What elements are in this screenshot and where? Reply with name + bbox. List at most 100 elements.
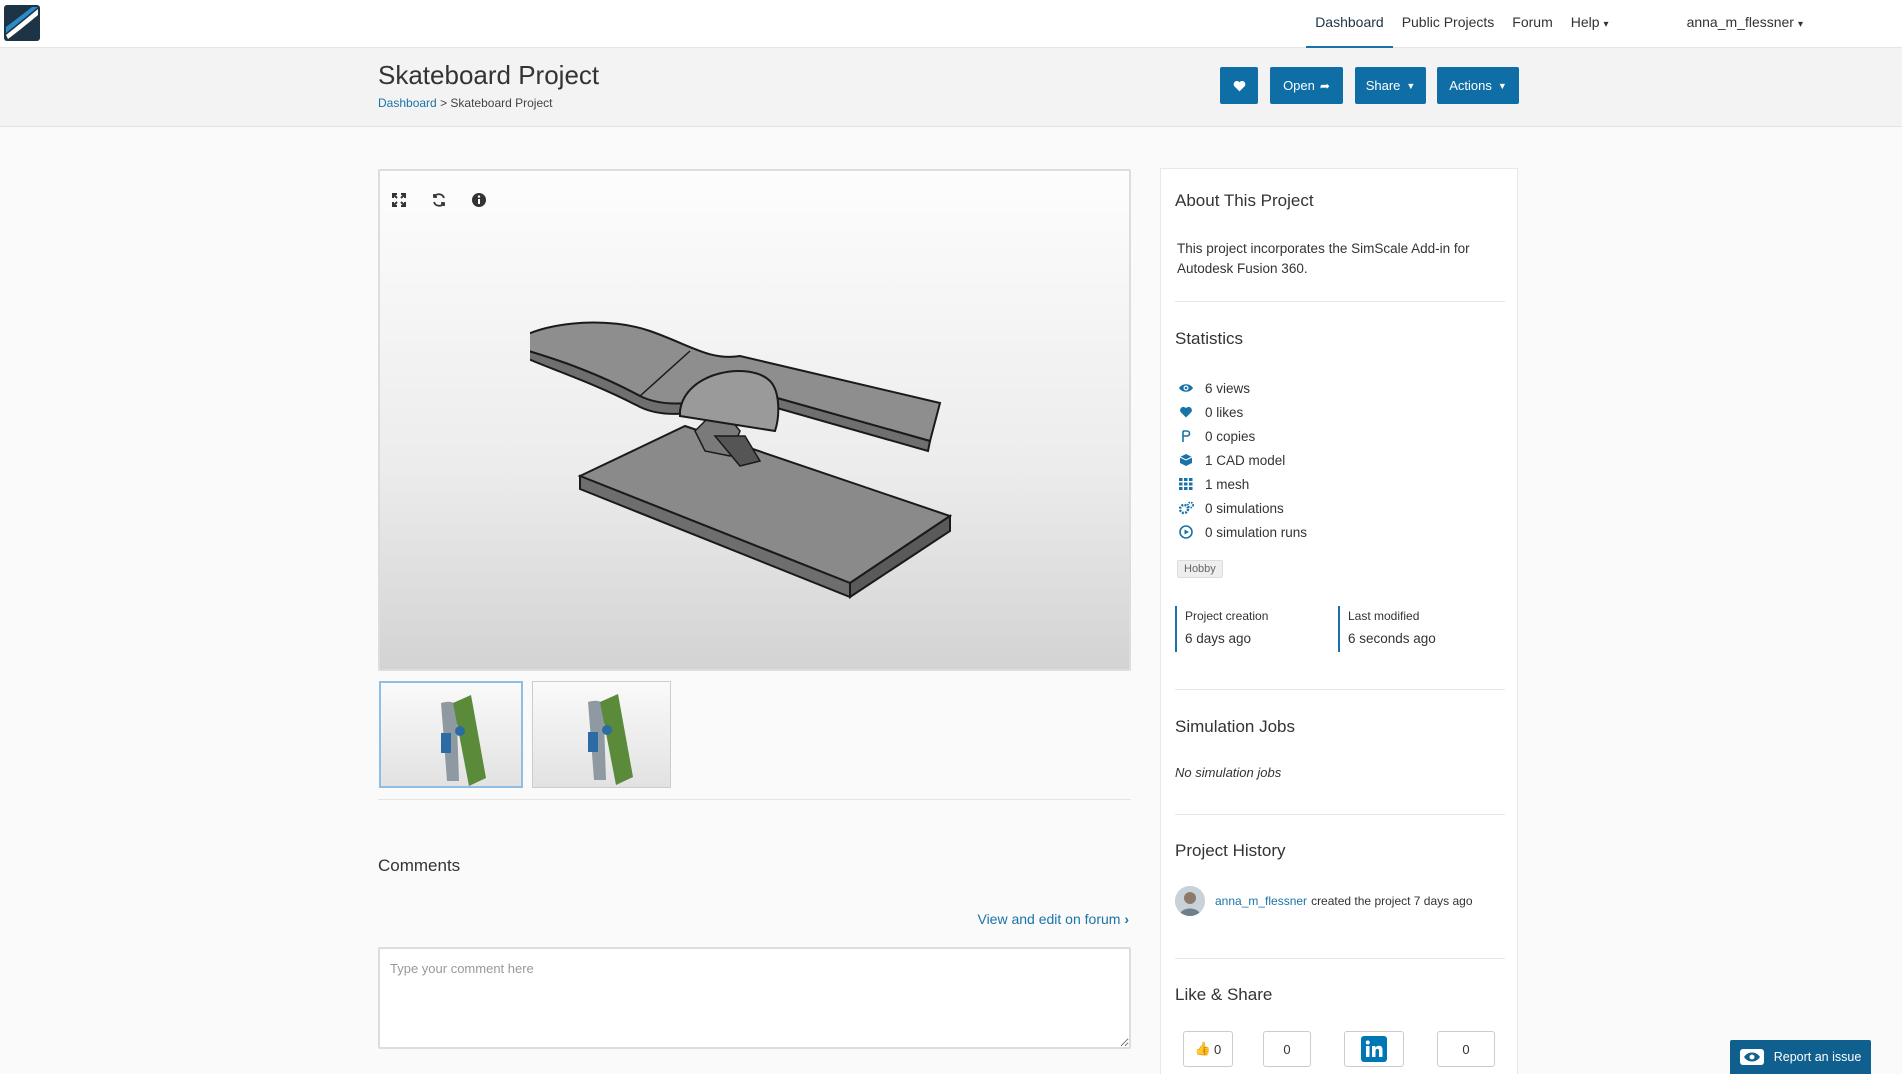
statistics-title: Statistics [1175, 329, 1244, 348]
stat-copies: 0 copies [1177, 424, 1307, 448]
share-button[interactable]: Share ▼ [1355, 67, 1426, 104]
statistics-list: 6 views 0 likes 0 copies 1 CAD model 1 m… [1177, 376, 1307, 544]
report-issue-label: Report an issue [1773, 1050, 1862, 1064]
stat-label: 0 copies [1205, 428, 1256, 444]
eye-icon [1739, 1049, 1764, 1065]
stat-likes: 0 likes [1177, 400, 1307, 424]
forum-link-label: View and edit on forum [977, 911, 1121, 927]
share-button-label: Share [1365, 78, 1401, 93]
stat-label: 0 likes [1205, 404, 1244, 420]
linkedin-icon [1361, 1036, 1387, 1062]
about-text: This project incorporates the SimScale A… [1177, 241, 1470, 276]
creation-value: 6 days ago [1185, 631, 1252, 646]
report-issue-button[interactable]: Report an issue [1730, 1040, 1871, 1074]
breadcrumb: Dashboard > Skateboard Project [378, 96, 552, 110]
share-arrow-icon: ➦ [1319, 78, 1330, 93]
stat-cad-models: 1 CAD model [1177, 448, 1307, 472]
cube-icon [1177, 453, 1195, 467]
model-viewer[interactable] [378, 169, 1131, 671]
eye-icon [1177, 381, 1195, 395]
simscale-logo[interactable] [4, 5, 40, 41]
project-sidebar: About This Project This project incorpor… [1160, 168, 1518, 1074]
history-entry: anna_m_flessner created the project 7 da… [1175, 886, 1473, 916]
thumbnail-image [441, 695, 486, 786]
tag-hobby[interactable]: Hobby [1177, 560, 1223, 578]
heart-icon [1233, 80, 1245, 91]
thumbs-up-icon: 👍 [1194, 1041, 1211, 1056]
nav-public-projects[interactable]: Public Projects [1393, 0, 1504, 48]
like-count: 0 [1213, 1041, 1222, 1057]
nav-help-label: Help [1570, 14, 1600, 30]
project-history-title: Project History [1175, 841, 1286, 860]
caret-down-icon: ▼ [1406, 80, 1416, 91]
breadcrumb-dashboard-link[interactable]: Dashboard [378, 96, 437, 110]
stat-label: 0 simulations [1205, 500, 1284, 516]
simulation-jobs-title: Simulation Jobs [1175, 717, 1296, 736]
chevron-right-icon: › [1124, 911, 1129, 927]
modified-label: Last modified [1348, 609, 1420, 623]
project-header: Skateboard Project Dashboard > Skateboar… [0, 48, 1902, 127]
gears-icon [1177, 501, 1195, 515]
open-button-label: Open [1283, 78, 1315, 93]
actions-button[interactable]: Actions ▼ [1437, 67, 1519, 104]
stat-label: 1 mesh [1205, 476, 1250, 492]
history-text: created the project 7 days ago [1311, 894, 1473, 908]
fullscreen-icon[interactable] [388, 189, 410, 211]
project-creation: Project creation 6 days ago [1175, 606, 1325, 652]
linkedin-share-button[interactable] [1344, 1031, 1404, 1067]
actions-button-label: Actions [1449, 78, 1492, 93]
divider [1175, 689, 1505, 690]
view-on-forum-link[interactable]: View and edit on forum › [977, 911, 1129, 927]
share-count-button[interactable]: 0 [1263, 1031, 1311, 1067]
page-title: Skateboard Project [378, 60, 600, 90]
breadcrumb-separator: > [440, 96, 448, 110]
last-modified: Last modified 6 seconds ago [1338, 606, 1498, 652]
stat-label: 6 views [1205, 380, 1251, 396]
stat-simulations: 0 simulations [1177, 496, 1307, 520]
divider [1175, 958, 1505, 959]
creation-label: Project creation [1185, 609, 1269, 623]
top-navbar: Dashboard Public Projects Forum Help ▾ an… [0, 0, 1902, 48]
nav-help[interactable]: Help ▾ [1562, 0, 1618, 48]
comments-title: Comments [378, 856, 461, 875]
divider [378, 799, 1131, 800]
chevron-down-icon: ▾ [1603, 19, 1609, 30]
thumbnail-image [588, 694, 633, 785]
nav-dashboard[interactable]: Dashboard [1306, 0, 1393, 48]
like-button[interactable] [1220, 67, 1258, 104]
about-title: About This Project [1175, 191, 1314, 210]
skateboard-model-render [530, 321, 953, 599]
stat-mesh: 1 mesh [1177, 472, 1307, 496]
thumbnail-1[interactable] [379, 681, 523, 788]
heart-icon [1177, 405, 1195, 419]
copy-icon [1177, 429, 1195, 443]
caret-down-icon: ▼ [1497, 80, 1507, 91]
no-jobs-text: No simulation jobs [1175, 765, 1282, 780]
avatar[interactable] [1175, 886, 1205, 916]
grid-icon [1177, 477, 1195, 491]
breadcrumb-current: Skateboard Project [450, 96, 553, 110]
reset-view-icon[interactable] [428, 189, 450, 211]
divider [1175, 814, 1505, 815]
history-user-link[interactable]: anna_m_flessner [1215, 894, 1307, 908]
info-icon[interactable] [468, 189, 490, 211]
user-menu[interactable]: anna_m_flessner ▾ [1678, 0, 1812, 48]
comment-input[interactable] [378, 947, 1131, 1049]
like-share-title: Like & Share [1175, 985, 1273, 1004]
divider [1175, 301, 1505, 302]
nav-forum[interactable]: Forum [1503, 0, 1561, 48]
linkedin-count-button[interactable]: 0 [1437, 1031, 1495, 1067]
stat-label: 1 CAD model [1205, 452, 1286, 468]
user-name: anna_m_flessner [1686, 14, 1794, 30]
thumbnail-2[interactable] [532, 681, 671, 788]
chevron-down-icon: ▾ [1797, 19, 1803, 30]
stat-simulation-runs: 0 simulation runs [1177, 520, 1307, 544]
open-button[interactable]: Open ➦ [1270, 67, 1343, 104]
share-count: 0 [1283, 1041, 1291, 1057]
stat-views: 6 views [1177, 376, 1307, 400]
facebook-like-button[interactable]: 👍 0 [1183, 1031, 1233, 1067]
stat-label: 0 simulation runs [1205, 524, 1308, 540]
modified-value: 6 seconds ago [1348, 631, 1436, 646]
linkedin-count: 0 [1462, 1041, 1470, 1057]
play-circle-icon [1177, 525, 1195, 539]
